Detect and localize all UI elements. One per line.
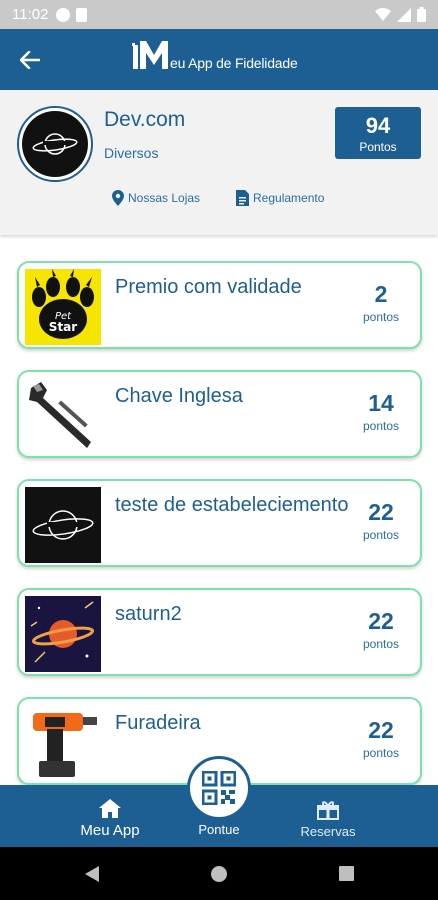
saturn-logo-icon — [32, 133, 78, 155]
qr-code-icon — [202, 771, 236, 805]
rewards-list[interactable]: Pet Star Premio com validade 2 pontos Ch… — [0, 261, 438, 785]
reward-points-value: 2 — [374, 281, 388, 307]
circle-home-icon — [211, 865, 227, 882]
nav-meu-app[interactable]: Meu App — [70, 785, 150, 847]
reward-image-wrench — [25, 378, 101, 454]
reward-image-drill — [25, 705, 101, 781]
status-bar: 11:02 — [0, 0, 438, 29]
nav-meu-app-label: Meu App — [80, 822, 140, 839]
rules-label: Regulamento — [253, 191, 325, 205]
reward-points-value: 22 — [368, 717, 394, 743]
nav-reservas[interactable]: Reservas — [288, 785, 368, 847]
svg-text:Star: Star — [49, 320, 77, 334]
wifi-icon — [375, 7, 391, 21]
reward-title: teste de estabeleciemento — [115, 494, 349, 516]
our-stores-link[interactable]: Nossas Lojas — [112, 190, 200, 206]
reward-points-unit: pontos — [362, 419, 400, 433]
reward-points: 22 pontos — [356, 717, 406, 760]
home-icon — [99, 799, 121, 818]
system-back-button[interactable] — [62, 847, 122, 900]
app-notification-icon — [56, 7, 71, 22]
reward-points: 22 pontos — [356, 608, 406, 651]
pontue-button[interactable] — [187, 756, 251, 820]
map-pin-icon — [112, 190, 124, 206]
reward-image-saturn-logo — [25, 487, 101, 563]
reward-points: 2 pontos — [356, 281, 406, 324]
reward-title: Chave Inglesa — [115, 385, 243, 407]
store-avatar — [17, 106, 93, 182]
reward-points-unit: pontos — [362, 746, 400, 760]
system-nav-bar — [0, 847, 438, 900]
store-header: Dev.com Diversos 94 Pontos Nossas Lojas … — [0, 90, 438, 235]
sim-card-icon — [76, 7, 88, 22]
reward-image-pet-star: Pet Star — [25, 269, 101, 345]
signal-icon — [397, 7, 411, 22]
reward-points-value: 22 — [368, 608, 394, 634]
reward-title: saturn2 — [115, 603, 182, 625]
reward-points-value: 22 — [368, 499, 394, 525]
triangle-back-icon — [85, 865, 99, 882]
nav-reservas-label: Reservas — [300, 824, 356, 839]
points-balance: 94 Pontos — [335, 107, 421, 159]
points-value: 94 — [365, 113, 391, 138]
system-recents-button[interactable] — [316, 847, 376, 900]
reward-card[interactable]: Pet Star Premio com validade 2 pontos — [17, 261, 422, 349]
gift-icon — [317, 801, 339, 820]
store-category: Diversos — [104, 145, 159, 161]
reward-points-unit: pontos — [362, 528, 400, 542]
reward-points: 14 pontos — [356, 390, 406, 433]
our-stores-label: Nossas Lojas — [128, 191, 201, 205]
reward-points-unit: pontos — [362, 310, 400, 324]
reward-image-saturn-space — [25, 596, 101, 672]
store-name: Dev.com — [104, 108, 186, 131]
status-time: 11:02 — [12, 6, 49, 23]
app-bar: eu App de Fidelidade — [0, 29, 438, 90]
reward-card[interactable]: Chave Inglesa 14 pontos — [17, 370, 422, 458]
arrow-left-icon — [20, 50, 40, 69]
app-logo: eu App de Fidelidade — [132, 39, 298, 73]
points-label: Pontos — [359, 140, 397, 154]
rules-link[interactable]: Regulamento — [236, 190, 324, 206]
reward-title: Furadeira — [115, 712, 201, 734]
reward-points-unit: pontos — [362, 637, 400, 651]
document-icon — [236, 190, 249, 206]
system-home-button[interactable] — [189, 847, 249, 900]
app-logo-text: eu App de Fidelidade — [170, 55, 298, 71]
pontue-label: Pontue — [198, 822, 240, 837]
reward-title: Premio com validade — [115, 276, 302, 298]
app-logo-mark — [132, 41, 168, 69]
battery-icon — [417, 7, 426, 22]
back-button[interactable] — [0, 29, 60, 90]
reward-points: 22 pontos — [356, 499, 406, 542]
reward-points-value: 14 — [368, 390, 394, 416]
reward-card[interactable]: teste de estabeleciemento 22 pontos — [17, 479, 422, 567]
reward-card[interactable]: saturn2 22 pontos — [17, 588, 422, 676]
square-recents-icon — [338, 866, 354, 881]
